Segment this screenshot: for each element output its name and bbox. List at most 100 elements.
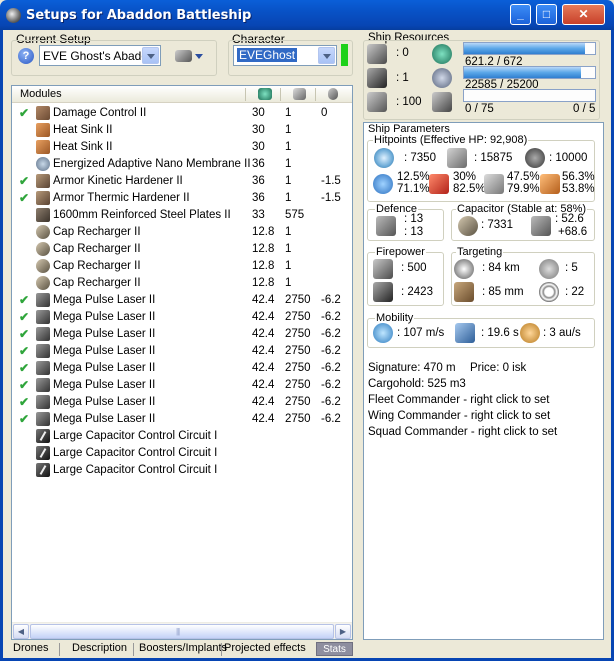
- module-powergrid: 2750: [285, 379, 311, 391]
- module-powergrid: 2750: [285, 396, 311, 408]
- structure-hp-value: : 10000: [549, 152, 588, 164]
- module-powergrid: 2750: [285, 294, 311, 306]
- targeting-range-value: : 84 km: [482, 262, 520, 274]
- module-icon: [36, 191, 50, 205]
- scroll-right-button[interactable]: ▶: [335, 624, 351, 639]
- capacitor-icon: [458, 216, 478, 236]
- module-row[interactable]: ✔ Mega Pulse Laser II 42.4 2750 -6.2: [12, 360, 352, 377]
- powergrid-icon[interactable]: [293, 88, 306, 100]
- modules-header: Modules: [12, 86, 352, 103]
- module-row[interactable]: ✔ Armor Kinetic Hardener II 36 1 -1.5: [12, 173, 352, 190]
- module-powergrid: 1: [285, 243, 292, 255]
- module-cpu: 30: [252, 124, 265, 136]
- module-name: Mega Pulse Laser II: [53, 328, 156, 340]
- module-icon: [36, 140, 50, 154]
- module-name: Mega Pulse Laser II: [53, 294, 156, 306]
- horizontal-scrollbar[interactable]: ◀ ||| ▶: [12, 622, 352, 639]
- module-icon: [36, 242, 50, 256]
- module-row[interactable]: Heat Sink II 30 1: [12, 122, 352, 139]
- module-row[interactable]: ✔ Mega Pulse Laser II 42.4 2750 -6.2: [12, 292, 352, 309]
- module-row[interactable]: ✔ Armor Thermic Hardener II 36 1 -1.5: [12, 190, 352, 207]
- wing-commander-text[interactable]: Wing Commander - right click to set: [368, 410, 550, 422]
- module-row[interactable]: Large Capacitor Control Circuit I: [12, 462, 352, 479]
- close-icon: ✕: [578, 7, 589, 21]
- scroll-left-button[interactable]: ◀: [13, 624, 29, 639]
- shield-icon: [374, 148, 394, 168]
- cpu-icon[interactable]: [258, 88, 272, 100]
- calibration-bar: [463, 89, 596, 102]
- module-name: Cap Recharger II: [53, 277, 141, 289]
- module-name: Mega Pulse Laser II: [53, 379, 156, 391]
- ship-menu-button[interactable]: [175, 48, 205, 64]
- module-capacitor: -6.2: [321, 396, 341, 408]
- module-cpu: 42.4: [252, 294, 275, 306]
- module-capacitor: -6.2: [321, 345, 341, 357]
- module-icon: [36, 157, 50, 171]
- tab-drones[interactable]: Drones: [13, 642, 48, 654]
- em-resist-top: 12.5%: [397, 171, 430, 183]
- fleet-commander-text[interactable]: Fleet Commander - right click to set: [368, 394, 550, 406]
- module-name: Cap Recharger II: [53, 260, 141, 272]
- module-powergrid: 1: [285, 107, 292, 119]
- tab-projected-effects[interactable]: Projected effects: [224, 642, 306, 654]
- module-name: Damage Control II: [53, 107, 147, 119]
- module-cpu: 36: [252, 158, 265, 170]
- tab-boosters-implants[interactable]: Boosters/Implants: [139, 642, 227, 654]
- module-row[interactable]: ✔ Mega Pulse Laser II 42.4 2750 -6.2: [12, 411, 352, 428]
- module-capacitor: -6.2: [321, 294, 341, 306]
- modules-list[interactable]: Modules ✔ Damage Control II 30 1 0 Heat Sink …: [11, 85, 353, 640]
- module-row[interactable]: Cap Recharger II 12.8 1: [12, 224, 352, 241]
- turret-slots-value: : 0: [396, 47, 409, 59]
- module-row[interactable]: 1600mm Reinforced Steel Plates II 33 575: [12, 207, 352, 224]
- module-icon: [36, 259, 50, 273]
- module-powergrid: 1: [285, 192, 292, 204]
- minimize-button[interactable]: _: [510, 4, 531, 25]
- signature-text: Signature: 470 m: [368, 362, 456, 374]
- module-powergrid: 1: [285, 277, 292, 289]
- character-dropdown[interactable]: EVEGhost: [233, 45, 337, 66]
- capacitor-value: : 7331: [481, 219, 513, 231]
- squad-commander-text[interactable]: Squad Commander - right click to set: [368, 426, 557, 438]
- defence-bottom-value: : 13: [404, 226, 424, 238]
- scroll-thumb[interactable]: |||: [30, 624, 334, 639]
- module-name: Mega Pulse Laser II: [53, 413, 156, 425]
- price-text: Price: 0 isk: [470, 362, 527, 374]
- module-row[interactable]: ✔ Mega Pulse Laser II 42.4 2750 -6.2: [12, 326, 352, 343]
- module-row[interactable]: Large Capacitor Control Circuit I: [12, 445, 352, 462]
- module-row[interactable]: ✔ Mega Pulse Laser II 42.4 2750 -6.2: [12, 377, 352, 394]
- powergrid-bar-fill: [464, 67, 582, 78]
- module-cpu: 42.4: [252, 328, 275, 340]
- module-name: Heat Sink II: [53, 141, 113, 153]
- module-row[interactable]: Cap Recharger II 12.8 1: [12, 241, 352, 258]
- module-name: Large Capacitor Control Circuit I: [53, 447, 218, 459]
- help-icon[interactable]: ?: [18, 48, 34, 64]
- modules-column-header[interactable]: Modules: [20, 88, 62, 100]
- module-row[interactable]: Large Capacitor Control Circuit I: [12, 428, 352, 445]
- grip-icon: |||: [176, 627, 180, 636]
- em-resist-icon: [373, 174, 393, 194]
- module-row[interactable]: Cap Recharger II 12.8 1: [12, 258, 352, 275]
- module-row[interactable]: ✔ Damage Control II 30 1 0: [12, 105, 352, 122]
- tab-stats[interactable]: Stats: [316, 642, 353, 656]
- cpu-bar: [463, 42, 596, 55]
- minimize-icon: _: [517, 7, 524, 21]
- module-cpu: 36: [252, 175, 265, 187]
- module-powergrid: 2750: [285, 328, 311, 340]
- module-name: Armor Thermic Hardener II: [53, 192, 190, 204]
- module-name: 1600mm Reinforced Steel Plates II: [53, 209, 231, 221]
- module-row[interactable]: ✔ Mega Pulse Laser II 42.4 2750 -6.2: [12, 394, 352, 411]
- module-cpu: 42.4: [252, 379, 275, 391]
- module-row[interactable]: Heat Sink II 30 1: [12, 139, 352, 156]
- module-row[interactable]: ✔ Mega Pulse Laser II 42.4 2750 -6.2: [12, 343, 352, 360]
- module-row[interactable]: Cap Recharger II 12.8 1: [12, 275, 352, 292]
- module-row[interactable]: Energized Adaptive Nano Membrane II 36 1: [12, 156, 352, 173]
- current-setup-dropdown[interactable]: EVE Ghost's Abaddo: [39, 45, 161, 66]
- velocity-value: : 107 m/s: [397, 327, 445, 339]
- module-row[interactable]: ✔ Mega Pulse Laser II 42.4 2750 -6.2: [12, 309, 352, 326]
- capacitor-use-icon[interactable]: [328, 88, 338, 100]
- maximize-button[interactable]: □: [536, 4, 557, 25]
- hitpoints-title: Hitpoints (Effective HP: 92,908): [373, 134, 529, 146]
- tab-description[interactable]: Description: [72, 642, 127, 654]
- module-capacitor: -1.5: [321, 192, 341, 204]
- close-button[interactable]: ✕: [562, 4, 605, 25]
